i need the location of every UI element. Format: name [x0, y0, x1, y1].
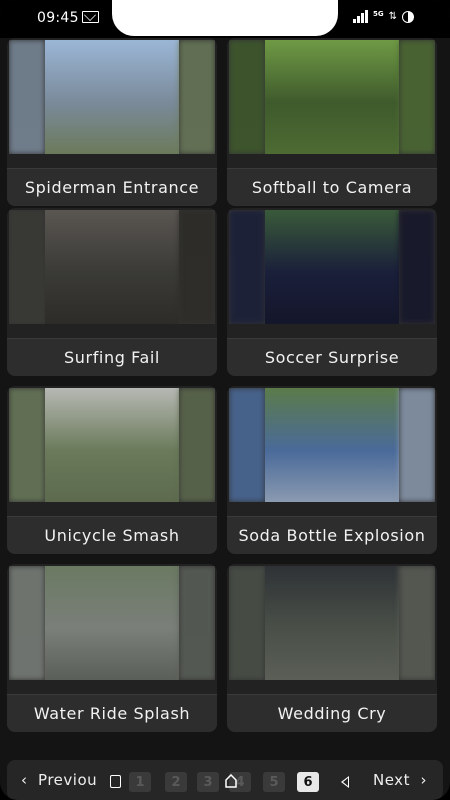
video-card[interactable]: Wedding Cry: [227, 564, 437, 732]
pagination-bar: ‹ Previou 1 2 3 4 5 6 Next ›: [7, 760, 443, 800]
app-screen: 09:45 5G ⇅ Spiderman Entrance Softball to…: [0, 0, 450, 800]
video-title[interactable]: Soccer Surprise: [227, 338, 437, 376]
circle-icon: [402, 10, 414, 23]
recent-apps-icon[interactable]: [110, 775, 121, 788]
data-icon: ⇅: [388, 11, 397, 22]
page-5-button[interactable]: 5: [263, 772, 285, 792]
next-button[interactable]: Next ›: [373, 771, 427, 789]
network-type: 5G: [372, 9, 384, 18]
page-1-button[interactable]: 1: [129, 772, 151, 792]
back-icon[interactable]: [341, 776, 349, 788]
video-title[interactable]: Wedding Cry: [227, 694, 437, 732]
thumbnail-frame: [45, 388, 179, 502]
previous-button[interactable]: ‹ Previou: [21, 771, 97, 789]
thumbnail-frame: [45, 40, 179, 154]
thumbnail-frame: [229, 210, 265, 324]
video-card[interactable]: Unicycle Smash: [7, 386, 217, 554]
thumbnail-frame: [265, 40, 399, 154]
page-3-button[interactable]: 3: [197, 772, 219, 792]
thumbnail-frame: [229, 388, 265, 502]
status-right: 5G ⇅: [353, 10, 414, 23]
video-card[interactable]: Water Ride Splash: [7, 564, 217, 732]
thumbnail-frame: [179, 40, 215, 154]
video-thumbnail[interactable]: [229, 388, 435, 502]
thumbnail-frame: [179, 388, 215, 502]
thumbnail-frame: [179, 566, 215, 680]
video-title[interactable]: Water Ride Splash: [7, 694, 217, 732]
thumbnail-frame: [265, 388, 399, 502]
page-2-button[interactable]: 2: [165, 772, 187, 792]
page-6-button[interactable]: 6: [297, 772, 319, 792]
video-title[interactable]: Surfing Fail: [7, 338, 217, 376]
thumbnail-frame: [229, 566, 265, 680]
video-thumbnail[interactable]: [9, 210, 215, 324]
thumbnail-frame: [179, 210, 215, 324]
home-icon[interactable]: [225, 773, 237, 788]
video-card[interactable]: Soccer Surprise: [227, 208, 437, 376]
mail-icon: [82, 11, 99, 23]
status-time: 09:45: [37, 10, 79, 26]
video-thumbnail[interactable]: [9, 566, 215, 680]
thumbnail-frame: [399, 210, 435, 324]
thumbnail-frame: [9, 40, 45, 154]
thumbnail-frame: [9, 210, 45, 324]
video-thumbnail[interactable]: [9, 40, 215, 154]
signal-icon: [353, 10, 368, 23]
video-card[interactable]: Soda Bottle Explosion: [227, 386, 437, 554]
thumbnail-frame: [399, 566, 435, 680]
thumbnail-frame: [229, 40, 265, 154]
video-thumbnail[interactable]: [229, 40, 435, 154]
video-title[interactable]: Spiderman Entrance: [7, 168, 217, 206]
video-title[interactable]: Softball to Camera: [227, 168, 437, 206]
video-title[interactable]: Soda Bottle Explosion: [227, 516, 437, 554]
thumbnail-frame: [9, 566, 45, 680]
video-card[interactable]: Surfing Fail: [7, 208, 217, 376]
video-card[interactable]: Spiderman Entrance: [7, 38, 217, 206]
video-card[interactable]: Softball to Camera: [227, 38, 437, 206]
thumbnail-frame: [9, 388, 45, 502]
thumbnail-frame: [45, 566, 179, 680]
video-title[interactable]: Unicycle Smash: [7, 516, 217, 554]
video-thumbnail[interactable]: [229, 210, 435, 324]
camera-notch: [112, 0, 338, 36]
status-bar: 09:45 5G ⇅: [0, 0, 450, 38]
thumbnail-frame: [399, 388, 435, 502]
thumbnail-frame: [45, 210, 179, 324]
thumbnail-frame: [265, 566, 399, 680]
thumbnail-frame: [399, 40, 435, 154]
video-thumbnail[interactable]: [9, 388, 215, 502]
video-thumbnail[interactable]: [229, 566, 435, 680]
thumbnail-frame: [265, 210, 399, 324]
